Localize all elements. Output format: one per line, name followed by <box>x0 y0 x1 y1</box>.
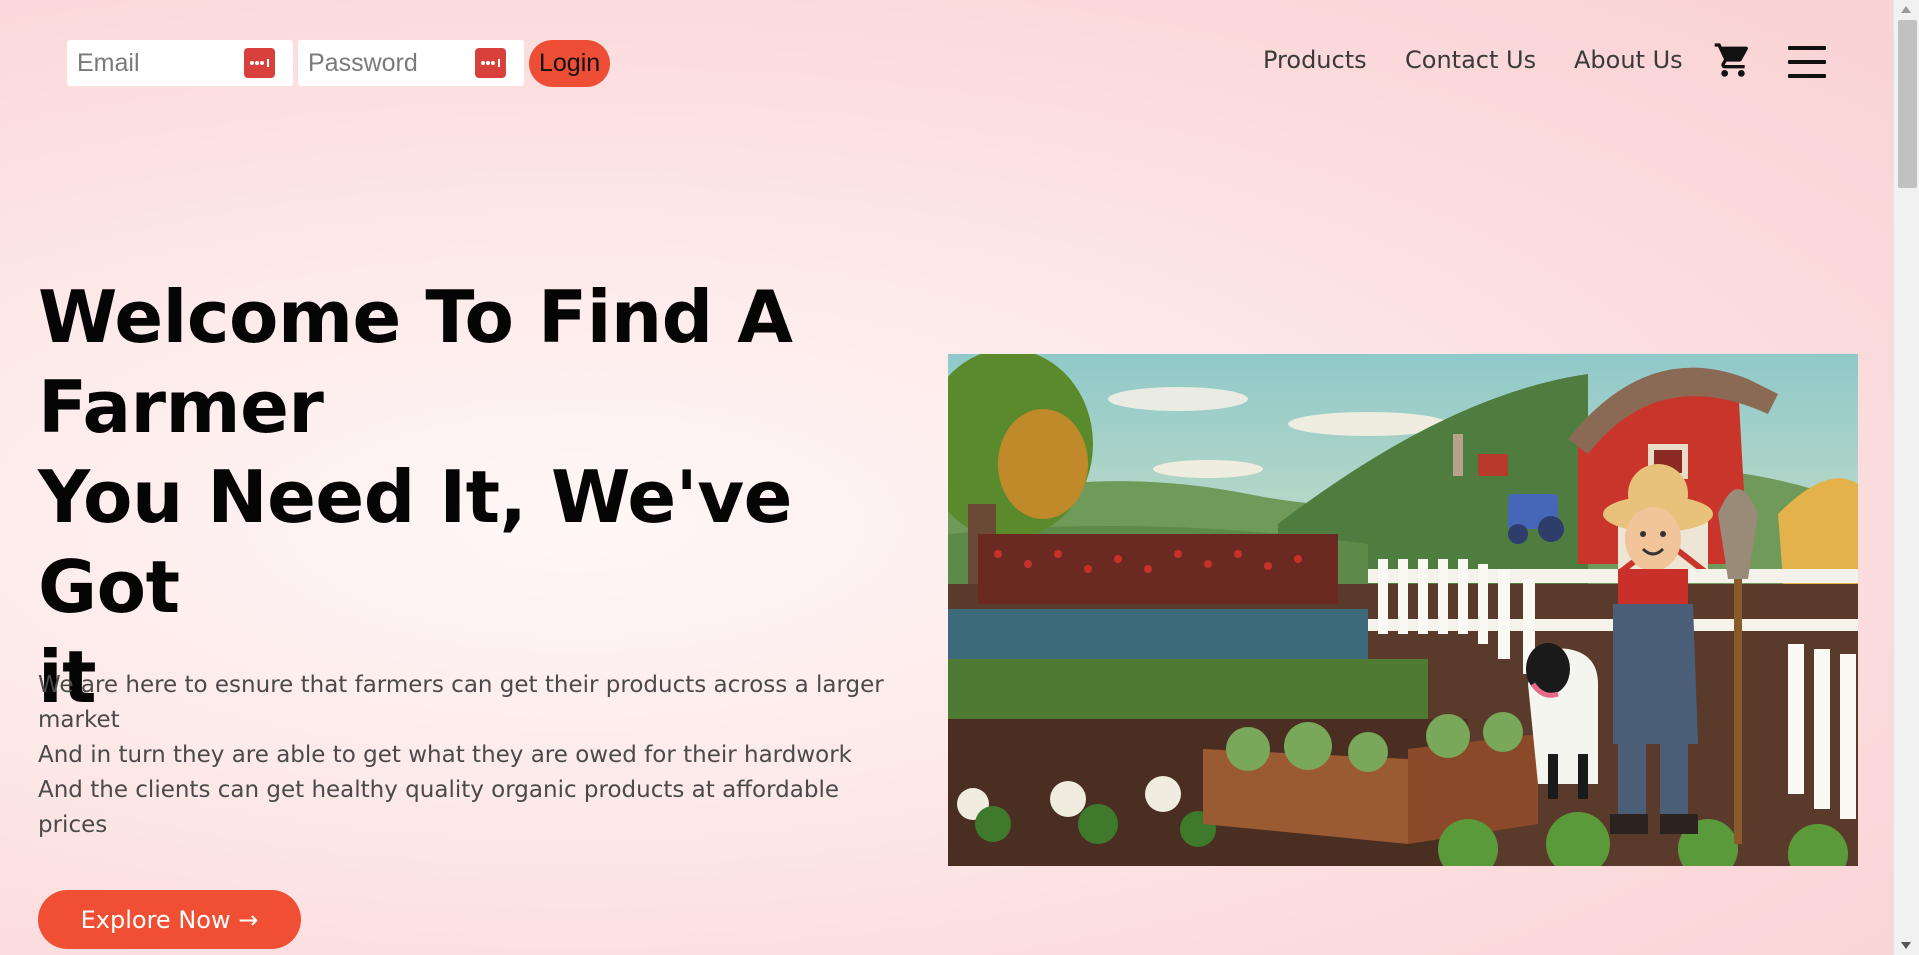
hero-description: We are here to esnure that farmers can g… <box>38 668 938 843</box>
hero-desc-line: And the clients can get healthy quality … <box>38 777 839 803</box>
password-manager-icon[interactable] <box>244 48 275 78</box>
email-field-wrapper <box>67 40 293 86</box>
login-button[interactable]: Login <box>529 39 611 87</box>
farm-illustration <box>948 354 1858 866</box>
hero-title-line: Farmer <box>38 365 324 449</box>
shopping-cart-icon[interactable] <box>1713 40 1753 80</box>
password-field-wrapper <box>298 40 524 86</box>
hero-desc-line: And in turn they are able to get what th… <box>38 742 852 768</box>
email-input[interactable] <box>67 40 247 86</box>
hero-desc-line: market <box>38 707 120 733</box>
hero-desc-line: prices <box>38 812 108 838</box>
vertical-scrollbar[interactable] <box>1893 0 1919 955</box>
hero-title: Welcome To Find A Farmer You Need It, We… <box>38 272 918 722</box>
scroll-up-arrow-icon[interactable] <box>1901 6 1911 13</box>
password-input[interactable] <box>298 40 478 86</box>
scrollbar-thumb[interactable] <box>1898 20 1917 188</box>
nav-link-contact[interactable]: Contact Us <box>1405 46 1536 74</box>
hero-title-line: Welcome To Find A <box>38 275 793 359</box>
nav-link-products[interactable]: Products <box>1263 46 1367 74</box>
hero-desc-line: We are here to esnure that farmers can g… <box>38 672 884 698</box>
nav-link-about[interactable]: About Us <box>1574 46 1683 74</box>
login-form: Login <box>67 39 611 87</box>
password-manager-icon[interactable] <box>475 48 506 78</box>
hamburger-menu-icon[interactable] <box>1788 46 1826 80</box>
scroll-down-arrow-icon[interactable] <box>1901 942 1911 949</box>
hero-title-line: You Need It, We've Got <box>38 455 792 629</box>
explore-now-button[interactable]: Explore Now → <box>38 890 301 949</box>
